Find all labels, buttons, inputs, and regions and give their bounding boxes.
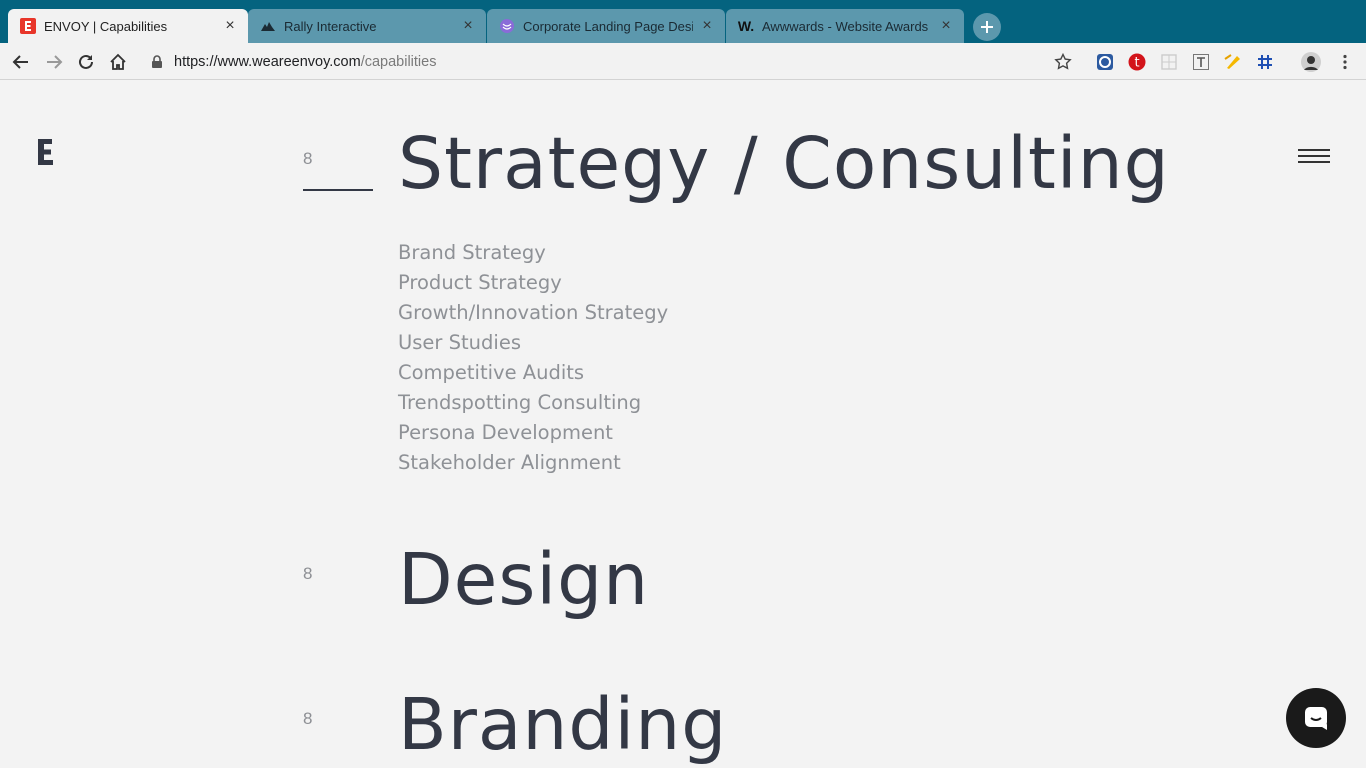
reload-icon xyxy=(79,54,93,69)
plus-icon xyxy=(981,21,993,33)
tab-strip: ENVOY | Capabilities × Rally Interactive… xyxy=(0,0,1366,43)
list-item: Brand Strategy xyxy=(398,241,546,264)
back-button[interactable] xyxy=(10,51,32,73)
hamburger-menu-icon[interactable] xyxy=(1298,149,1330,167)
awwwards-w-icon: W. xyxy=(737,18,755,34)
close-tab-icon[interactable]: × xyxy=(699,18,715,34)
extension-highlighter-icon[interactable] xyxy=(1223,52,1243,72)
tab-corporate-landing[interactable]: Corporate Landing Page Desig × xyxy=(487,9,725,43)
tab-title: Rally Interactive xyxy=(284,18,377,34)
svg-text:t: t xyxy=(1134,56,1139,71)
envoy-logo[interactable] xyxy=(38,139,54,165)
address-bar[interactable]: https://www.weareenvoy.com/capabilities xyxy=(150,51,436,73)
profile-avatar[interactable] xyxy=(1301,52,1321,72)
close-tab-icon[interactable]: × xyxy=(938,18,954,34)
list-item: Product Strategy xyxy=(398,271,562,294)
list-item: Competitive Audits xyxy=(398,361,585,384)
extension-hashtag-icon[interactable] xyxy=(1255,52,1275,72)
list-item: Growth/Innovation Strategy xyxy=(398,301,669,324)
tab-title: ENVOY | Capabilities xyxy=(44,18,168,34)
url-host: https://www.weareenvoy.com xyxy=(174,54,361,70)
section-title-branding[interactable]: Branding xyxy=(398,683,727,766)
home-button[interactable] xyxy=(107,51,129,73)
chat-launcher-button[interactable] xyxy=(1286,688,1346,748)
forward-button[interactable] xyxy=(43,51,65,73)
close-tab-icon[interactable]: × xyxy=(460,18,476,34)
close-tab-icon[interactable]: × xyxy=(222,18,238,34)
extension-red-t-icon[interactable]: t xyxy=(1127,52,1147,72)
section-title-strategy[interactable]: Strategy / Consulting xyxy=(398,122,1170,205)
list-item: Trendspotting Consulting xyxy=(398,391,642,414)
home-icon xyxy=(110,53,126,70)
new-tab-button[interactable] xyxy=(973,13,1001,41)
list-item: Stakeholder Alignment xyxy=(398,451,621,474)
rally-icon xyxy=(260,18,276,34)
back-arrow-icon xyxy=(12,55,28,69)
dribbble-icon xyxy=(499,18,515,34)
forward-arrow-icon xyxy=(47,55,63,69)
extension-blue-icon[interactable] xyxy=(1095,52,1115,72)
list-item: Persona Development xyxy=(398,421,613,444)
section-title-design[interactable]: Design xyxy=(398,538,649,621)
tab-rally-interactive[interactable]: Rally Interactive × xyxy=(248,9,486,43)
browser-toolbar: https://www.weareenvoy.com/capabilities … xyxy=(0,43,1366,80)
lock-icon xyxy=(152,55,162,68)
url-path: /capabilities xyxy=(360,54,437,70)
envoy-e-icon xyxy=(20,18,36,34)
list-item: User Studies xyxy=(398,331,521,354)
section-number: 8 xyxy=(303,149,313,168)
bookmark-star-icon[interactable] xyxy=(1053,52,1073,72)
section-number: 8 xyxy=(303,709,313,728)
extension-grid-icon[interactable] xyxy=(1159,52,1179,72)
reload-button[interactable] xyxy=(75,51,97,73)
page-content: 8 Strategy / Consulting Brand Strategy P… xyxy=(0,80,1366,768)
tab-title: Corporate Landing Page Desig xyxy=(523,18,693,34)
section-active-line xyxy=(303,189,373,191)
browser-menu-icon[interactable] xyxy=(1335,52,1355,72)
tab-title: Awwwards - Website Awards - xyxy=(762,18,932,34)
tab-envoy-capabilities[interactable]: ENVOY | Capabilities × xyxy=(8,9,248,43)
section-number: 8 xyxy=(303,564,313,583)
chat-icon xyxy=(1305,707,1327,730)
capability-list: Brand Strategy Product Strategy Growth/I… xyxy=(398,238,668,478)
extension-t-icon[interactable] xyxy=(1191,52,1211,72)
tab-awwwards[interactable]: W. Awwwards - Website Awards - × xyxy=(726,9,964,43)
